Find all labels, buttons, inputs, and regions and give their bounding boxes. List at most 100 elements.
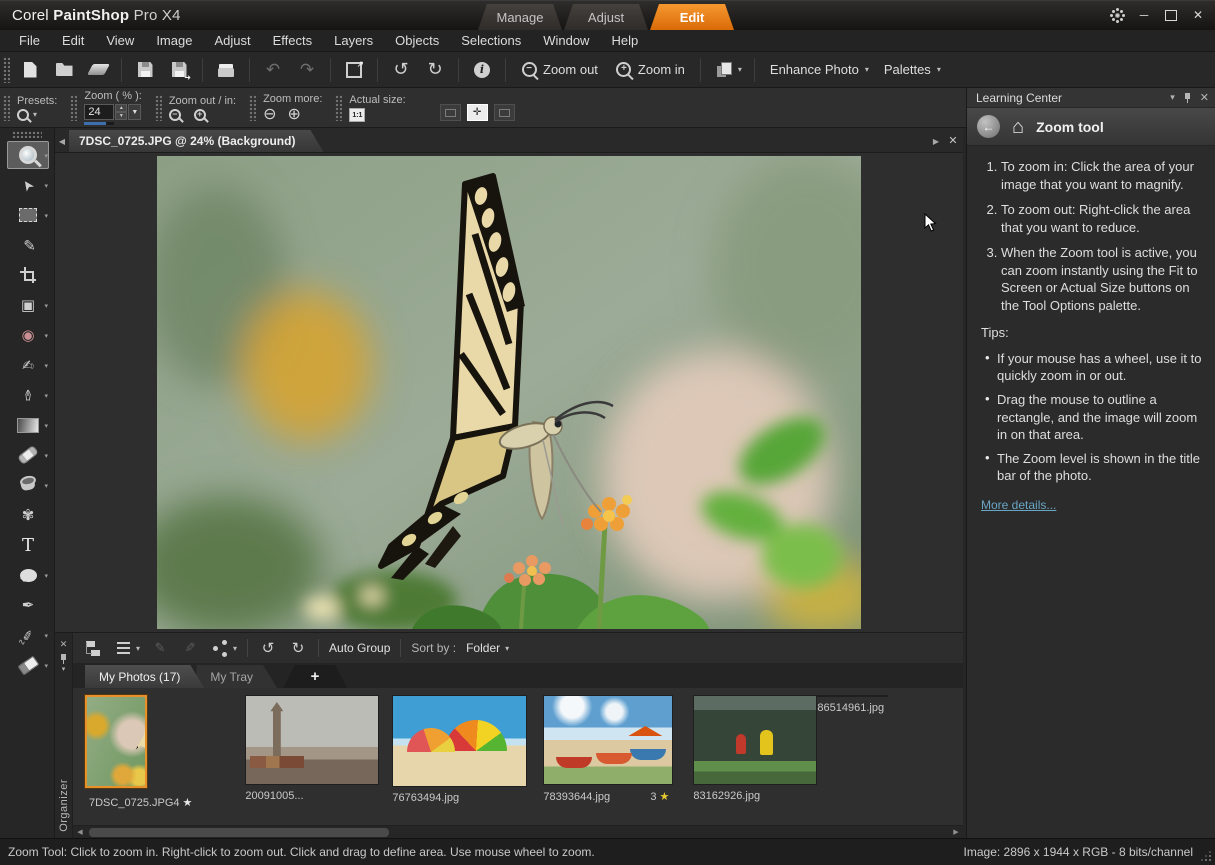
- thumbnail-item[interactable]: 20091005...: [245, 695, 379, 802]
- tool-button[interactable]: ▾: [7, 411, 49, 439]
- toolbar-button[interactable]: ▾: [82, 57, 114, 83]
- tool-button[interactable]: ▾: [7, 381, 49, 409]
- scroll-left-arrow[interactable]: ◀: [73, 828, 87, 836]
- rotate-left-button[interactable]: ↺: [258, 639, 278, 657]
- thumbnail-image[interactable]: [693, 695, 817, 785]
- minimize-button[interactable]: ─: [1135, 6, 1153, 24]
- document-tab[interactable]: 7DSC_0725.JPG @ 24% (Background): [69, 130, 323, 152]
- rotate-right-button[interactable]: ↻: [288, 639, 308, 657]
- zoom-slider-button[interactable]: ▼: [128, 104, 141, 120]
- workspace-tab[interactable]: Edit: [650, 4, 734, 30]
- image-canvas[interactable]: [55, 153, 963, 632]
- organizer-close-button[interactable]: ✕: [60, 639, 68, 653]
- close-document-button[interactable]: ✕: [943, 134, 963, 152]
- toolbar-button[interactable]: ▾: [129, 57, 161, 83]
- toolbar-button[interactable]: ▾: [48, 57, 80, 83]
- tool-button[interactable]: ▾: [7, 261, 49, 289]
- tool-button[interactable]: ▾: [7, 291, 49, 319]
- home-icon[interactable]: ⌂: [1012, 117, 1024, 137]
- tool-button[interactable]: ▾: [7, 531, 49, 559]
- tool-button[interactable]: ▾: [7, 501, 49, 529]
- zoom-more-out-button[interactable]: ⊖: [263, 107, 276, 123]
- menu-item[interactable]: Selections: [450, 30, 532, 52]
- tab-my-photos[interactable]: My Photos (17): [85, 665, 204, 688]
- next-document-arrow[interactable]: ▶: [929, 137, 943, 152]
- maximize-button[interactable]: [1162, 6, 1180, 24]
- zoom-out-icon-button[interactable]: [169, 109, 181, 121]
- sort-by-dropdown[interactable]: Folder ▾: [466, 641, 509, 655]
- toolbar-grip[interactable]: [3, 57, 10, 83]
- tool-button[interactable]: ▾: [7, 621, 49, 649]
- thumbnail-item[interactable]: 83162926.jpg: [693, 695, 817, 802]
- toolbar-button[interactable]: ▾: [210, 57, 242, 83]
- menu-item[interactable]: Edit: [51, 30, 95, 52]
- back-button[interactable]: ←: [977, 115, 1000, 138]
- thumbnail-item[interactable]: 7DSC_0725.JPG 4 ★: [85, 695, 196, 809]
- toolbar-button[interactable]: ▾: [466, 57, 498, 83]
- folder-tree-icon[interactable]: [83, 639, 103, 657]
- zoom-more-in-button[interactable]: ⊕: [287, 107, 300, 123]
- edit-tag-icon[interactable]: ✎: [150, 639, 170, 657]
- tool-button[interactable]: ▾: [7, 141, 49, 169]
- workspace-tab[interactable]: Manage: [478, 4, 562, 30]
- menu-item[interactable]: File: [8, 30, 51, 52]
- menu-item[interactable]: Window: [532, 30, 600, 52]
- toolbar-button[interactable]: ▾: [385, 57, 417, 83]
- toolbar-button[interactable]: ▾: [257, 57, 289, 83]
- thumbnail-image[interactable]: [543, 695, 673, 785]
- toolbar-button[interactable]: ▾: [700, 58, 701, 82]
- navigate-image-button[interactable]: [467, 104, 488, 121]
- tool-button[interactable]: ▾: [7, 321, 49, 349]
- toolbar-button[interactable]: ▾: [458, 58, 459, 82]
- thumbnail-image[interactable]: [85, 695, 147, 788]
- thumbnail-item[interactable]: 78393644.jpg 3 ★: [543, 695, 673, 803]
- organizer-menu-caret[interactable]: ▾: [62, 665, 66, 679]
- tool-options-grip[interactable]: [3, 95, 10, 121]
- panel-menu-caret[interactable]: ▾: [1170, 92, 1175, 103]
- tools-palette-grip[interactable]: [12, 131, 42, 138]
- toolbar-button[interactable]: ▾: [505, 58, 506, 82]
- toolbar-button[interactable]: ▾: [249, 58, 250, 82]
- fit-image-to-window-button[interactable]: [494, 104, 515, 121]
- menu-item[interactable]: Image: [145, 30, 203, 52]
- section-grip[interactable]: [249, 95, 256, 121]
- tool-button[interactable]: ▾: [7, 471, 49, 499]
- toolbar-button[interactable]: ▾: [163, 57, 195, 83]
- menu-item[interactable]: View: [95, 30, 145, 52]
- toolbar-button[interactable]: ▾: [121, 58, 122, 82]
- tool-button[interactable]: ▾: [7, 651, 49, 679]
- tool-button[interactable]: ▾: [7, 231, 49, 259]
- zoom-spin-down-button[interactable]: ▼: [115, 112, 127, 120]
- close-button[interactable]: ✕: [1189, 6, 1207, 24]
- fit-window-to-image-button[interactable]: [440, 104, 461, 121]
- zoom-percent-input[interactable]: 24: [84, 104, 114, 120]
- toolbar-button[interactable]: ▾: [377, 58, 378, 82]
- workspace-tab[interactable]: Adjust: [564, 4, 648, 30]
- tool-button[interactable]: ▾: [7, 591, 49, 619]
- toolbar-button[interactable]: Zoom out ▾: [513, 57, 606, 83]
- share-button[interactable]: ▾: [210, 639, 237, 657]
- add-tray-button[interactable]: +: [283, 665, 347, 688]
- scrollbar-thumb[interactable]: [89, 828, 389, 837]
- menu-item[interactable]: Layers: [323, 30, 384, 52]
- toolbar-button[interactable]: ▾: [14, 57, 46, 83]
- view-mode-button[interactable]: ▾: [113, 639, 140, 657]
- thumbnail-item[interactable]: 86514961.jpg: [817, 695, 888, 714]
- toolbar-button[interactable]: ▾: [754, 58, 755, 82]
- tool-button[interactable]: ▾: [7, 351, 49, 379]
- menu-item[interactable]: Objects: [384, 30, 450, 52]
- thumbnail-image[interactable]: [817, 695, 888, 697]
- toolbar-button[interactable]: ▾: [330, 58, 331, 82]
- organizer-scrollbar[interactable]: ◀ ▶: [73, 825, 963, 838]
- thumbnail-item[interactable]: 76763494.jpg: [392, 695, 527, 804]
- thumbnail-image[interactable]: [392, 695, 527, 787]
- toolbar-button[interactable]: Palettes ▾: [876, 60, 946, 79]
- menu-item[interactable]: Effects: [262, 30, 324, 52]
- menu-item[interactable]: Help: [600, 30, 649, 52]
- resize-grip-icon[interactable]: [1201, 851, 1211, 861]
- toolbar-button[interactable]: Enhance Photo ▾: [762, 60, 874, 79]
- edit-caption-icon[interactable]: ✎: [180, 639, 200, 657]
- menu-item[interactable]: Adjust: [203, 30, 261, 52]
- previous-document-arrow[interactable]: ◀: [55, 137, 69, 152]
- panel-close-button[interactable]: ✕: [1200, 91, 1209, 104]
